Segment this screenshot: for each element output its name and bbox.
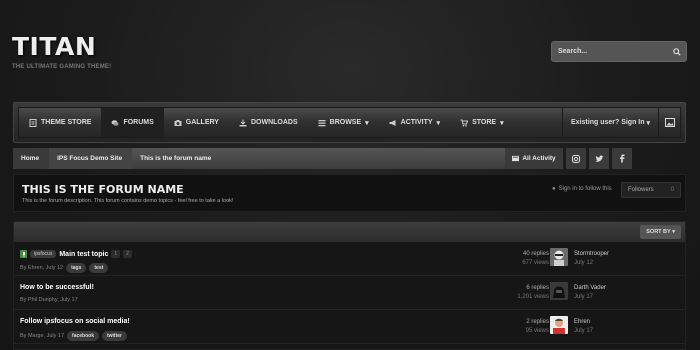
tag[interactable]: twitter xyxy=(101,331,127,341)
last-poster[interactable]: Darth Vader xyxy=(574,285,606,291)
followers-button[interactable]: Followers 0 xyxy=(621,182,681,198)
pin-icon xyxy=(20,250,27,258)
last-poster[interactable]: Stormtrooper xyxy=(574,251,609,257)
sort-by-button[interactable]: SORT BY ▾ xyxy=(640,225,681,239)
last-post-date[interactable]: July 17 xyxy=(574,328,593,334)
chevron-down-icon: ▾ xyxy=(672,229,675,235)
forum-description: This is the forum description. This foru… xyxy=(22,198,234,204)
nav-downloads[interactable]: DOWNLOADS xyxy=(229,108,308,137)
chevron-down-icon: ▾ xyxy=(436,119,441,127)
breadcrumb-site[interactable]: IPS Focus Demo Site xyxy=(49,148,133,169)
follow-info[interactable]: ● Sign in to follow this xyxy=(552,186,612,192)
camera-icon xyxy=(174,119,182,126)
table-row[interactable]: Follow ipsfocus on social media! By Marg… xyxy=(14,310,685,344)
table-row[interactable]: How to be successful! By Phil Dunphy, Ju… xyxy=(14,276,685,310)
nav-store[interactable]: STORE ▾ xyxy=(450,108,514,137)
topic-list: SORT BY ▾ ipsfocus Main test topic 1 2 B… xyxy=(13,221,686,350)
nav-label: FORUMS xyxy=(123,119,154,126)
nav-label: STORE xyxy=(472,119,497,126)
facebook-button[interactable] xyxy=(612,148,632,169)
main-navigation: THEME STORE FORUMS GALLERY DOWNLOADS BRO… xyxy=(13,102,686,143)
last-poster[interactable]: Ehren xyxy=(574,319,593,325)
topic-stats: 6 replies 1,201 views xyxy=(517,285,549,300)
avatar[interactable] xyxy=(550,248,568,266)
breadcrumb-home[interactable]: Home xyxy=(13,148,50,169)
cart-icon xyxy=(460,119,469,127)
nav-browse[interactable]: BROWSE ▾ xyxy=(308,108,379,137)
tag[interactable]: tags xyxy=(66,263,87,273)
tag[interactable]: test xyxy=(89,263,109,273)
topic-author[interactable]: By Ehren, July 12 xyxy=(20,265,63,271)
nav-label: DOWNLOADS xyxy=(250,119,298,126)
feed-icon xyxy=(512,155,520,162)
search-input[interactable]: Search... xyxy=(552,48,668,55)
prefix-badge[interactable]: ipsfocus xyxy=(30,250,57,258)
site-tagline: THE ULTIMATE GAMING THEME! xyxy=(12,64,112,70)
nav-theme-store[interactable]: THEME STORE xyxy=(19,108,101,137)
breadcrumb: Home IPS Focus Demo Site This is the for… xyxy=(13,148,686,169)
chevron-down-icon: ▾ xyxy=(646,119,650,127)
search-button[interactable] xyxy=(668,42,686,61)
last-post: Ehren July 17 xyxy=(574,319,593,334)
topic-author[interactable]: By Phil Dunphy, July 17 xyxy=(20,297,78,303)
chevron-down-icon: ▾ xyxy=(500,119,504,127)
document-icon xyxy=(29,118,37,127)
avatar[interactable] xyxy=(550,316,568,334)
list-icon xyxy=(318,119,326,126)
nav-label: THEME STORE xyxy=(41,119,92,126)
facebook-icon xyxy=(620,154,625,163)
twitter-button[interactable] xyxy=(589,148,609,169)
all-activity-button[interactable]: All Activity xyxy=(505,148,563,169)
twitter-icon xyxy=(595,155,603,162)
topic-title[interactable]: Main test topic xyxy=(59,251,108,258)
signin-link[interactable]: Existing user? Sign In ▾ xyxy=(562,108,658,137)
nav-gallery[interactable]: GALLERY xyxy=(164,108,229,137)
last-post: Darth Vader July 17 xyxy=(574,285,606,300)
last-post-date[interactable]: July 12 xyxy=(574,260,609,266)
download-icon xyxy=(239,119,247,126)
breadcrumb-current: This is the forum name xyxy=(140,155,212,162)
forum-header: THIS IS THE FORUM NAME This is the forum… xyxy=(13,174,686,212)
info-icon: ● xyxy=(552,186,556,192)
topic-title[interactable]: Follow ipsfocus on social media! xyxy=(20,318,130,325)
site-logo[interactable]: TITAN THE ULTIMATE GAMING THEME! xyxy=(12,32,111,70)
topic-stats: 2 replies 95 views xyxy=(525,319,549,334)
site-title[interactable]: TITAN xyxy=(12,32,111,61)
comments-icon xyxy=(111,119,119,126)
nav-label: ACTIVITY xyxy=(400,119,433,126)
megaphone-icon xyxy=(389,119,396,126)
nav-label: GALLERY xyxy=(185,119,219,126)
search-icon xyxy=(673,47,681,56)
page-title: THIS IS THE FORUM NAME xyxy=(22,183,184,196)
table-row[interactable]: ipsfocus Main test topic 1 2 By Ehren, J… xyxy=(14,242,685,276)
topic-author[interactable]: By Marge, July 17 xyxy=(20,333,64,339)
followers-count: 0 xyxy=(670,187,674,193)
instagram-icon xyxy=(572,154,580,163)
topic-title[interactable]: How to be successful! xyxy=(20,284,94,291)
list-toolbar: SORT BY ▾ xyxy=(14,222,685,242)
instagram-button[interactable] xyxy=(566,148,586,169)
last-post: Stormtrooper July 12 xyxy=(574,251,609,266)
nav-forums[interactable]: FORUMS xyxy=(101,108,164,137)
topic-stats: 40 replies 677 views xyxy=(522,251,549,266)
chevron-down-icon: ▾ xyxy=(365,119,369,127)
page-link[interactable]: 1 xyxy=(111,250,121,258)
nav-activity[interactable]: ACTIVITY ▾ xyxy=(379,108,450,137)
background-picker-button[interactable] xyxy=(658,108,680,137)
search-box[interactable]: Search... xyxy=(551,41,687,62)
image-icon xyxy=(664,118,675,127)
nav-label: BROWSE xyxy=(329,119,362,126)
page-link[interactable]: 2 xyxy=(123,250,132,258)
avatar[interactable] xyxy=(550,282,568,300)
tag[interactable]: facebook xyxy=(67,331,99,341)
last-post-date[interactable]: July 17 xyxy=(574,294,606,300)
